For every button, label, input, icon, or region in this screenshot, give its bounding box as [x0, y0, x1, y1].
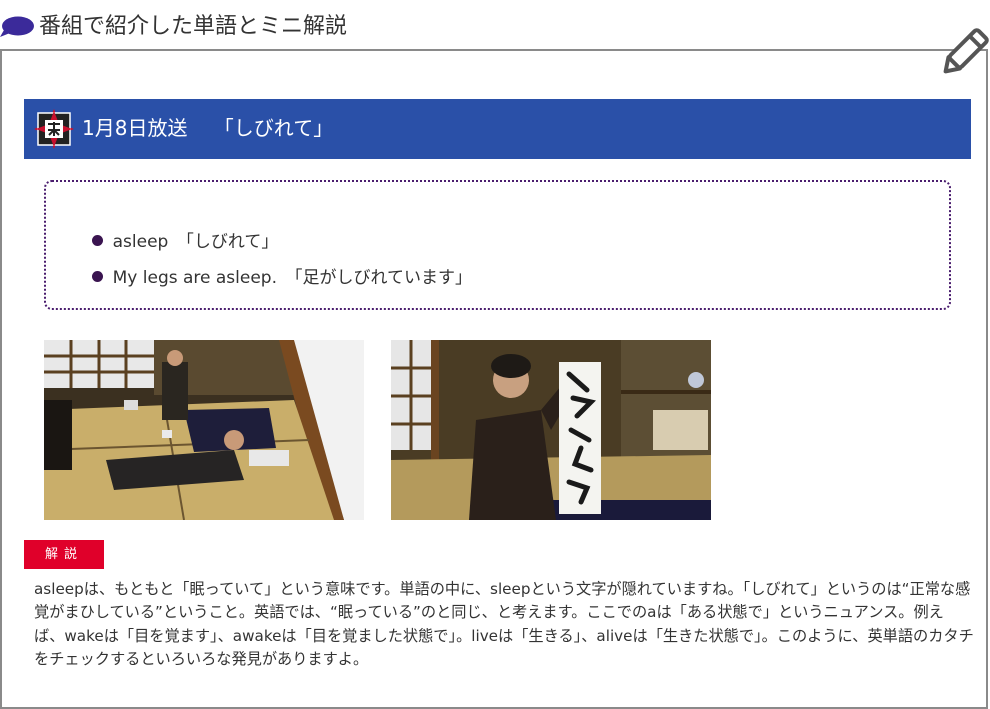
list-item: My legs are asleep. 「足がしびれています」: [70, 242, 472, 314]
explanation-badge: 解説: [24, 540, 104, 569]
section-title: 番組で紹介した単語とミニ解説: [39, 14, 348, 39]
explanation-text: asleepは、もともと「眠っていて」という意味です。単語の中に、sleepとい…: [34, 580, 974, 669]
speech-bubble-icon: [0, 16, 34, 37]
scene-photo-1: [44, 340, 364, 520]
vocab-text: My legs are asleep. 「足がしびれています」: [112, 268, 472, 288]
vocab-box: asleep 「しびれて」 My legs are asleep. 「足がしびれ…: [44, 180, 951, 310]
episode-title: 1月8日放送 「しびれて」: [82, 116, 334, 140]
scene-image-calligraphy: [391, 340, 711, 520]
section-heading: 番組で紹介した単語とミニ解説: [0, 10, 990, 44]
episode-title-bar: 1月8日放送 「しびれて」: [24, 99, 971, 159]
scene-photo-2: [391, 340, 711, 520]
pencil-icon: [943, 28, 989, 74]
program-logo: [34, 109, 74, 149]
scene-image-lying: [44, 340, 364, 520]
bullet-icon: [91, 271, 103, 282]
